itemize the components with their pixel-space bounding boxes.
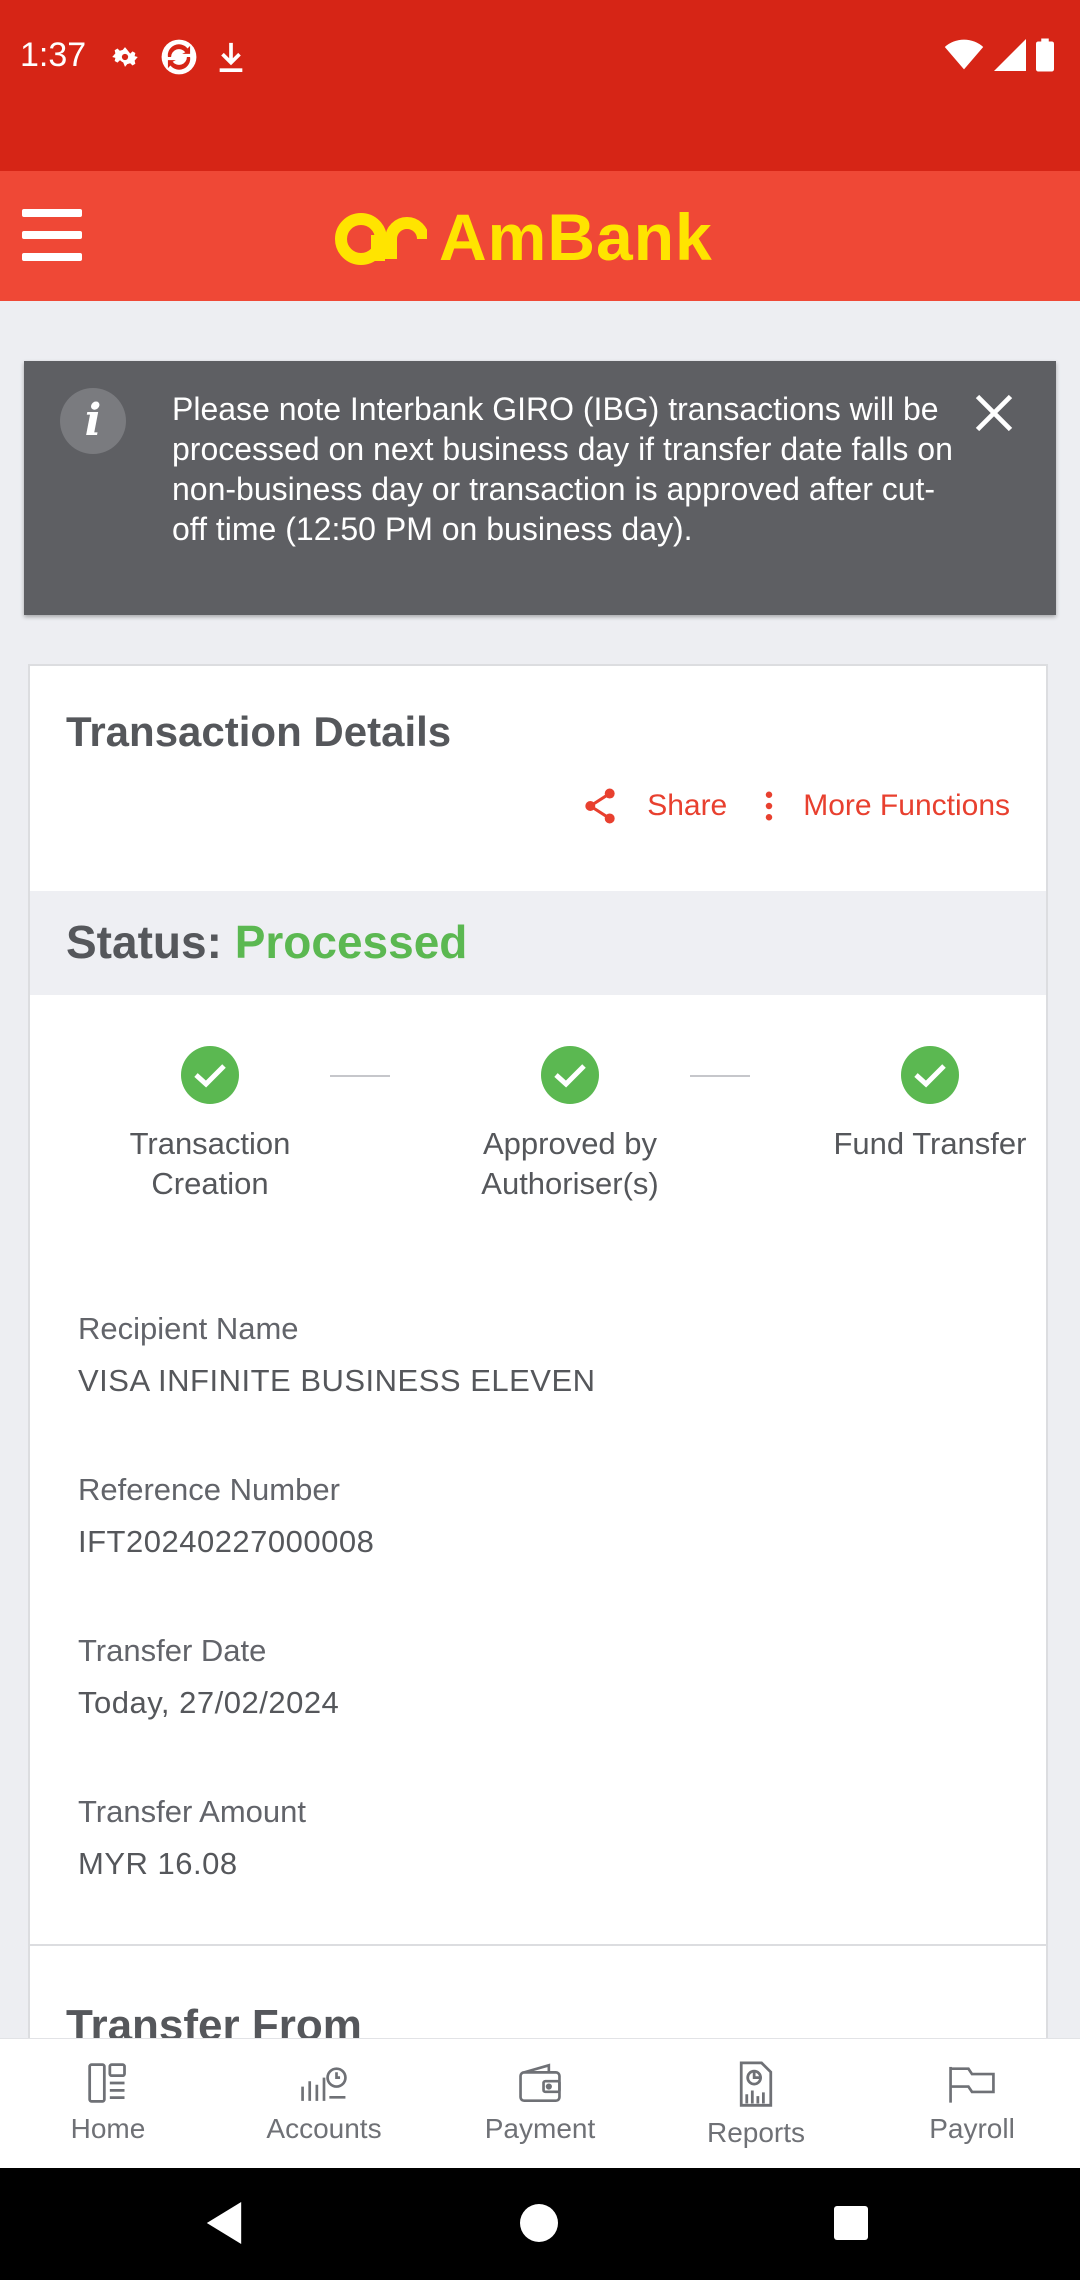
nav-payroll[interactable]: Payroll: [864, 2039, 1080, 2169]
field-recipient-name: Recipient Name VISA INFINITE BUSINESS EL…: [78, 1311, 596, 1399]
nav-label: Payment: [484, 2113, 596, 2144]
transaction-details-card: Transaction Details Share More Functions…: [28, 664, 1048, 2044]
step-approved: Approved by Authoriser(s): [440, 1046, 700, 1204]
recents-icon[interactable]: [834, 2206, 868, 2240]
reports-icon: [739, 2061, 773, 2107]
nav-payment[interactable]: Payment: [432, 2039, 648, 2169]
notice-text: Please note Interbank GIRO (IBG) transac…: [172, 391, 953, 547]
field-value: MYR 16.08: [78, 1846, 238, 1881]
nav-label: Reports: [706, 2117, 806, 2148]
step-label: Transaction Creation: [129, 1126, 291, 1201]
share-button[interactable]: Share: [647, 789, 727, 823]
card-title: Transaction Details: [66, 708, 452, 755]
check-icon: [181, 1046, 239, 1104]
sync-icon: [161, 39, 197, 75]
nav-label: Payroll: [929, 2113, 1015, 2144]
more-vert-icon[interactable]: [765, 791, 773, 821]
gear-icon: [112, 47, 138, 67]
status-row: Status: Processed: [30, 891, 1046, 995]
payroll-icon: [949, 2066, 995, 2103]
section-divider: [30, 1944, 1046, 1946]
field-label: Transfer Date: [78, 1633, 267, 1668]
progress-steps: Transaction Creation Approved by Authori…: [30, 1046, 1046, 1246]
info-icon: i: [60, 388, 126, 454]
battery-icon: [1036, 38, 1054, 72]
ambank-symbol-icon: [335, 213, 427, 265]
brand-name: AmBank: [439, 200, 713, 274]
status-bar: 1:37: [0, 0, 1080, 171]
home-button-icon[interactable]: [520, 2204, 558, 2242]
more-functions-button[interactable]: More Functions: [803, 789, 1010, 823]
hamburger-menu-icon[interactable]: [22, 209, 82, 261]
status-value: Processed: [234, 916, 468, 968]
download-icon: [219, 42, 243, 73]
back-icon[interactable]: [206, 2202, 242, 2244]
field-label: Recipient Name: [78, 1311, 299, 1346]
check-icon: [901, 1046, 959, 1104]
home-icon: [88, 2063, 126, 2103]
step-connector: [690, 1075, 750, 1077]
field-label: Transfer Amount: [78, 1794, 307, 1829]
field-reference-number: Reference Number IFT20240227000008: [78, 1472, 374, 1560]
field-value: IFT20240227000008: [78, 1524, 375, 1559]
field-transfer-amount: Transfer Amount MYR 16.08: [78, 1794, 306, 1882]
accounts-icon: [301, 2067, 347, 2101]
status-label: Status:: [66, 916, 222, 968]
app-header: AmBank: [0, 171, 1080, 301]
wallet-icon: [519, 2063, 561, 2103]
wifi-icon: [944, 39, 984, 70]
nav-accounts[interactable]: Accounts: [216, 2039, 432, 2169]
close-icon[interactable]: [972, 391, 1016, 435]
system-nav-bar: [0, 2168, 1080, 2280]
field-label: Reference Number: [78, 1472, 340, 1507]
field-value: Today, 27/02/2024: [78, 1685, 340, 1720]
bottom-nav: Home Accounts Payment Reports Payroll: [0, 2038, 1080, 2169]
nav-reports[interactable]: Reports: [648, 2039, 864, 2169]
step-connector: [330, 1075, 390, 1077]
nav-label: Accounts: [266, 2113, 382, 2144]
card-actions: Share More Functions: [583, 788, 1010, 824]
field-transfer-date: Transfer Date Today, 27/02/2024: [78, 1633, 339, 1721]
signal-icon: [994, 39, 1026, 71]
share-icon[interactable]: [583, 788, 617, 824]
check-icon: [541, 1046, 599, 1104]
step-label: Fund Transfer: [833, 1126, 1027, 1161]
step-transaction-creation: Transaction Creation: [80, 1046, 340, 1204]
nav-home[interactable]: Home: [0, 2039, 216, 2169]
nav-label: Home: [70, 2113, 146, 2144]
status-time: 1:37: [20, 36, 87, 74]
ambank-logo: AmBank: [335, 199, 713, 275]
field-value: VISA INFINITE BUSINESS ELEVEN: [78, 1363, 596, 1398]
step-label: Approved by Authoriser(s): [481, 1126, 659, 1201]
step-fund-transfer: Fund Transfer: [800, 1046, 1046, 1164]
ibg-notice-banner: i Please note Interbank GIRO (IBG) trans…: [24, 361, 1056, 615]
